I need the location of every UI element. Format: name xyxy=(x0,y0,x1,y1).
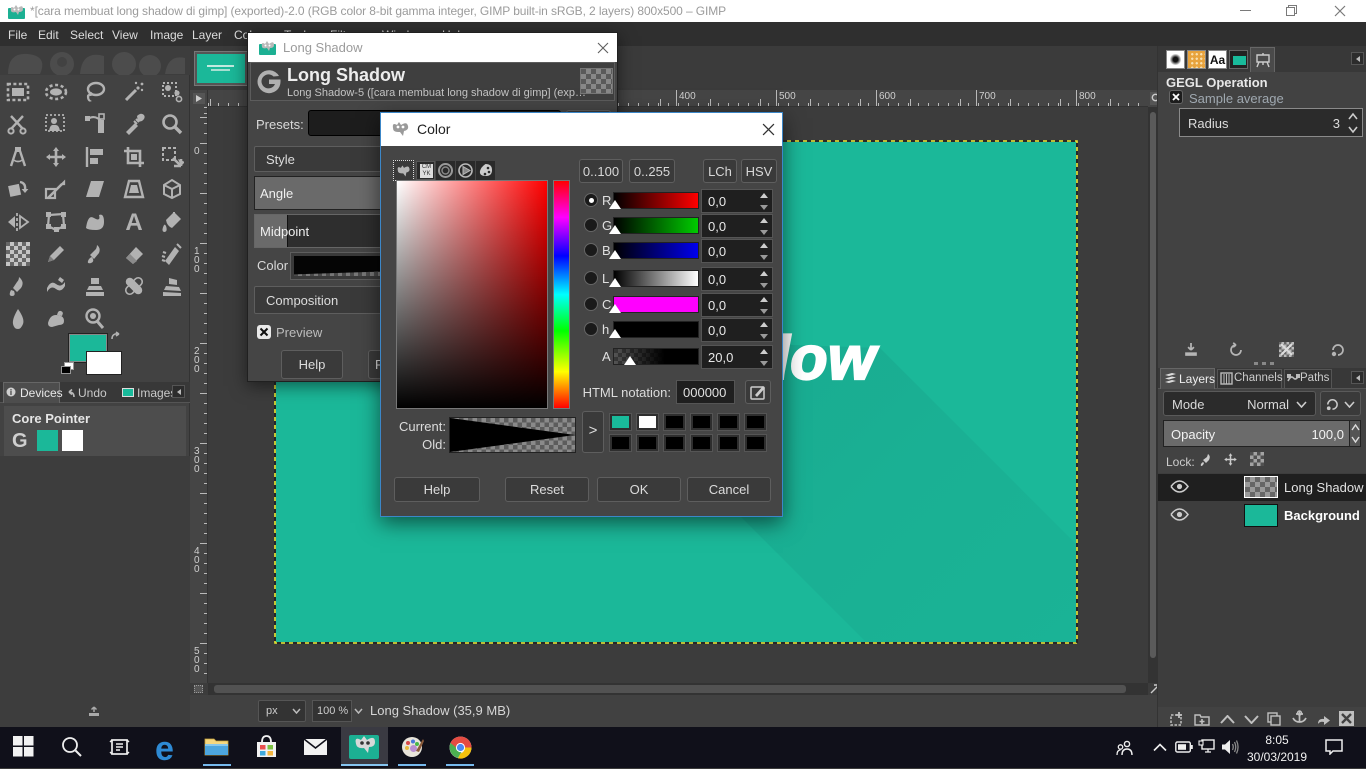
svg-text:i: i xyxy=(10,388,12,397)
svg-text:A: A xyxy=(125,210,142,234)
